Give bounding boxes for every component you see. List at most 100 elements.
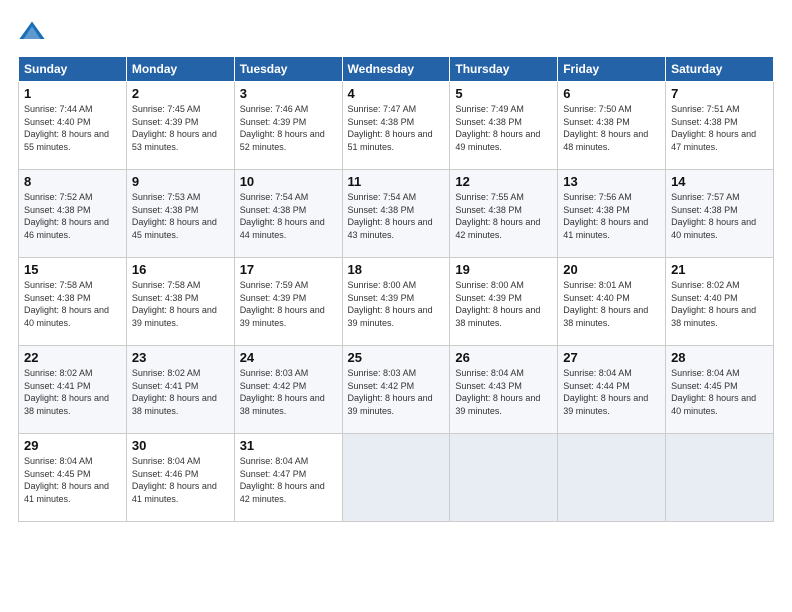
- day-cell: 7 Sunrise: 7:51 AM Sunset: 4:38 PM Dayli…: [666, 82, 774, 170]
- week-row-5: 29 Sunrise: 8:04 AM Sunset: 4:45 PM Dayl…: [19, 434, 774, 522]
- day-detail: Sunrise: 8:04 AM Sunset: 4:43 PM Dayligh…: [455, 367, 552, 417]
- day-detail: Sunrise: 7:47 AM Sunset: 4:38 PM Dayligh…: [348, 103, 445, 153]
- day-cell: 29 Sunrise: 8:04 AM Sunset: 4:45 PM Dayl…: [19, 434, 127, 522]
- day-detail: Sunrise: 7:55 AM Sunset: 4:38 PM Dayligh…: [455, 191, 552, 241]
- weekday-header-tuesday: Tuesday: [234, 57, 342, 82]
- day-cell: 3 Sunrise: 7:46 AM Sunset: 4:39 PM Dayli…: [234, 82, 342, 170]
- day-detail: Sunrise: 7:59 AM Sunset: 4:39 PM Dayligh…: [240, 279, 337, 329]
- day-cell: 21 Sunrise: 8:02 AM Sunset: 4:40 PM Dayl…: [666, 258, 774, 346]
- day-number: 25: [348, 350, 445, 365]
- day-number: 5: [455, 86, 552, 101]
- day-number: 20: [563, 262, 660, 277]
- day-number: 4: [348, 86, 445, 101]
- day-detail: Sunrise: 8:00 AM Sunset: 4:39 PM Dayligh…: [455, 279, 552, 329]
- day-detail: Sunrise: 7:58 AM Sunset: 4:38 PM Dayligh…: [24, 279, 121, 329]
- week-row-4: 22 Sunrise: 8:02 AM Sunset: 4:41 PM Dayl…: [19, 346, 774, 434]
- day-detail: Sunrise: 8:04 AM Sunset: 4:45 PM Dayligh…: [671, 367, 768, 417]
- day-detail: Sunrise: 8:04 AM Sunset: 4:46 PM Dayligh…: [132, 455, 229, 505]
- day-number: 24: [240, 350, 337, 365]
- day-detail: Sunrise: 7:58 AM Sunset: 4:38 PM Dayligh…: [132, 279, 229, 329]
- day-number: 31: [240, 438, 337, 453]
- day-cell: [342, 434, 450, 522]
- logo: [18, 18, 48, 46]
- day-cell: 18 Sunrise: 8:00 AM Sunset: 4:39 PM Dayl…: [342, 258, 450, 346]
- day-cell: [558, 434, 666, 522]
- day-cell: 14 Sunrise: 7:57 AM Sunset: 4:38 PM Dayl…: [666, 170, 774, 258]
- day-cell: 1 Sunrise: 7:44 AM Sunset: 4:40 PM Dayli…: [19, 82, 127, 170]
- day-cell: 6 Sunrise: 7:50 AM Sunset: 4:38 PM Dayli…: [558, 82, 666, 170]
- weekday-header-wednesday: Wednesday: [342, 57, 450, 82]
- day-number: 10: [240, 174, 337, 189]
- weekday-header-friday: Friday: [558, 57, 666, 82]
- day-detail: Sunrise: 8:00 AM Sunset: 4:39 PM Dayligh…: [348, 279, 445, 329]
- day-cell: 9 Sunrise: 7:53 AM Sunset: 4:38 PM Dayli…: [126, 170, 234, 258]
- day-number: 9: [132, 174, 229, 189]
- day-cell: [450, 434, 558, 522]
- day-number: 21: [671, 262, 768, 277]
- weekday-header-monday: Monday: [126, 57, 234, 82]
- week-row-3: 15 Sunrise: 7:58 AM Sunset: 4:38 PM Dayl…: [19, 258, 774, 346]
- day-cell: 11 Sunrise: 7:54 AM Sunset: 4:38 PM Dayl…: [342, 170, 450, 258]
- day-number: 27: [563, 350, 660, 365]
- day-cell: 13 Sunrise: 7:56 AM Sunset: 4:38 PM Dayl…: [558, 170, 666, 258]
- day-cell: 22 Sunrise: 8:02 AM Sunset: 4:41 PM Dayl…: [19, 346, 127, 434]
- week-row-2: 8 Sunrise: 7:52 AM Sunset: 4:38 PM Dayli…: [19, 170, 774, 258]
- week-row-1: 1 Sunrise: 7:44 AM Sunset: 4:40 PM Dayli…: [19, 82, 774, 170]
- day-number: 12: [455, 174, 552, 189]
- weekday-header-sunday: Sunday: [19, 57, 127, 82]
- day-number: 1: [24, 86, 121, 101]
- day-number: 29: [24, 438, 121, 453]
- day-detail: Sunrise: 8:01 AM Sunset: 4:40 PM Dayligh…: [563, 279, 660, 329]
- day-number: 30: [132, 438, 229, 453]
- day-detail: Sunrise: 8:04 AM Sunset: 4:45 PM Dayligh…: [24, 455, 121, 505]
- day-cell: 5 Sunrise: 7:49 AM Sunset: 4:38 PM Dayli…: [450, 82, 558, 170]
- day-cell: 24 Sunrise: 8:03 AM Sunset: 4:42 PM Dayl…: [234, 346, 342, 434]
- day-number: 13: [563, 174, 660, 189]
- weekday-header-thursday: Thursday: [450, 57, 558, 82]
- day-cell: 2 Sunrise: 7:45 AM Sunset: 4:39 PM Dayli…: [126, 82, 234, 170]
- page: SundayMondayTuesdayWednesdayThursdayFrid…: [0, 0, 792, 612]
- day-detail: Sunrise: 7:53 AM Sunset: 4:38 PM Dayligh…: [132, 191, 229, 241]
- day-cell: 25 Sunrise: 8:03 AM Sunset: 4:42 PM Dayl…: [342, 346, 450, 434]
- weekday-header-saturday: Saturday: [666, 57, 774, 82]
- logo-icon: [18, 18, 46, 46]
- day-cell: 15 Sunrise: 7:58 AM Sunset: 4:38 PM Dayl…: [19, 258, 127, 346]
- day-detail: Sunrise: 7:52 AM Sunset: 4:38 PM Dayligh…: [24, 191, 121, 241]
- day-number: 17: [240, 262, 337, 277]
- day-detail: Sunrise: 8:04 AM Sunset: 4:44 PM Dayligh…: [563, 367, 660, 417]
- header: [18, 18, 774, 46]
- day-cell: 10 Sunrise: 7:54 AM Sunset: 4:38 PM Dayl…: [234, 170, 342, 258]
- day-detail: Sunrise: 8:02 AM Sunset: 4:40 PM Dayligh…: [671, 279, 768, 329]
- day-cell: 28 Sunrise: 8:04 AM Sunset: 4:45 PM Dayl…: [666, 346, 774, 434]
- day-detail: Sunrise: 8:03 AM Sunset: 4:42 PM Dayligh…: [348, 367, 445, 417]
- day-detail: Sunrise: 8:03 AM Sunset: 4:42 PM Dayligh…: [240, 367, 337, 417]
- day-detail: Sunrise: 7:46 AM Sunset: 4:39 PM Dayligh…: [240, 103, 337, 153]
- day-number: 18: [348, 262, 445, 277]
- weekday-header-row: SundayMondayTuesdayWednesdayThursdayFrid…: [19, 57, 774, 82]
- day-detail: Sunrise: 7:54 AM Sunset: 4:38 PM Dayligh…: [240, 191, 337, 241]
- day-cell: 26 Sunrise: 8:04 AM Sunset: 4:43 PM Dayl…: [450, 346, 558, 434]
- day-detail: Sunrise: 7:57 AM Sunset: 4:38 PM Dayligh…: [671, 191, 768, 241]
- day-number: 15: [24, 262, 121, 277]
- day-number: 6: [563, 86, 660, 101]
- day-cell: 8 Sunrise: 7:52 AM Sunset: 4:38 PM Dayli…: [19, 170, 127, 258]
- day-cell: 12 Sunrise: 7:55 AM Sunset: 4:38 PM Dayl…: [450, 170, 558, 258]
- day-detail: Sunrise: 7:54 AM Sunset: 4:38 PM Dayligh…: [348, 191, 445, 241]
- day-cell: 19 Sunrise: 8:00 AM Sunset: 4:39 PM Dayl…: [450, 258, 558, 346]
- day-number: 11: [348, 174, 445, 189]
- day-cell: 20 Sunrise: 8:01 AM Sunset: 4:40 PM Dayl…: [558, 258, 666, 346]
- day-detail: Sunrise: 7:49 AM Sunset: 4:38 PM Dayligh…: [455, 103, 552, 153]
- day-number: 22: [24, 350, 121, 365]
- day-cell: 27 Sunrise: 8:04 AM Sunset: 4:44 PM Dayl…: [558, 346, 666, 434]
- day-number: 23: [132, 350, 229, 365]
- day-detail: Sunrise: 7:56 AM Sunset: 4:38 PM Dayligh…: [563, 191, 660, 241]
- day-cell: 16 Sunrise: 7:58 AM Sunset: 4:38 PM Dayl…: [126, 258, 234, 346]
- day-number: 7: [671, 86, 768, 101]
- day-detail: Sunrise: 8:02 AM Sunset: 4:41 PM Dayligh…: [24, 367, 121, 417]
- day-cell: [666, 434, 774, 522]
- day-number: 2: [132, 86, 229, 101]
- day-detail: Sunrise: 7:45 AM Sunset: 4:39 PM Dayligh…: [132, 103, 229, 153]
- day-number: 8: [24, 174, 121, 189]
- day-cell: 4 Sunrise: 7:47 AM Sunset: 4:38 PM Dayli…: [342, 82, 450, 170]
- day-cell: 17 Sunrise: 7:59 AM Sunset: 4:39 PM Dayl…: [234, 258, 342, 346]
